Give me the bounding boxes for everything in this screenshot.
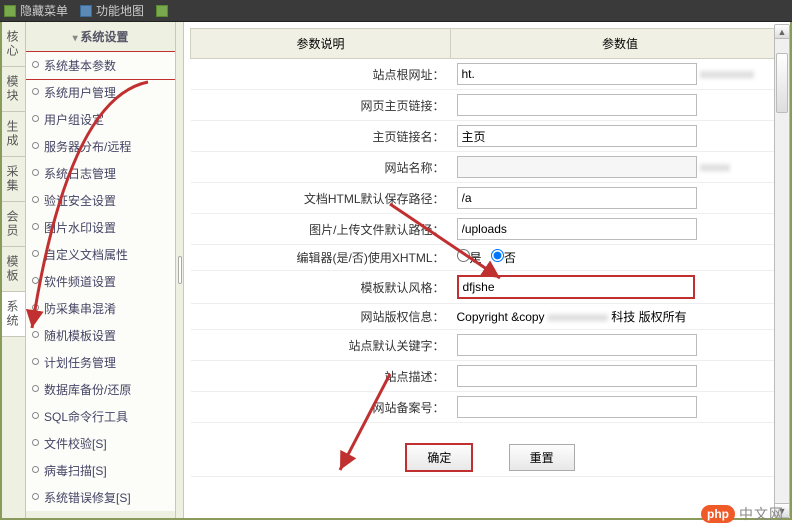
sidebar-item-anti-collect[interactable]: 防采集串混淆 <box>26 295 175 322</box>
sidebar: 系统设置 系统基本参数 系统用户管理 用户组设定 服务器分布/远程 系统日志管理… <box>26 22 176 518</box>
sitemap-label: 功能地图 <box>96 2 144 19</box>
input-indexlink[interactable] <box>457 94 697 116</box>
splitter[interactable] <box>176 22 184 518</box>
menu-icon <box>4 5 16 17</box>
left-tab-module[interactable]: 模块 <box>2 67 25 112</box>
input-siteurl[interactable] <box>457 63 697 85</box>
sidebar-item-server-dist[interactable]: 服务器分布/远程 <box>26 133 175 160</box>
sidebar-item-virus-scan[interactable]: 病毒扫描[S] <box>26 457 175 484</box>
sidebar-item-random-template[interactable]: 随机模板设置 <box>26 322 175 349</box>
row-label-indexlink: 网页主页链接： <box>191 90 451 121</box>
row-label-copyright: 网站版权信息： <box>191 304 451 330</box>
input-htmlpath[interactable] <box>457 187 697 209</box>
splitter-grip-icon <box>178 256 182 284</box>
row-label-xhtml: 编辑器(是/否)使用XHTML： <box>191 245 451 271</box>
radio-xhtml-yes-label[interactable]: 是 <box>457 251 482 265</box>
reset-button[interactable]: 重置 <box>509 444 575 471</box>
input-site-desc[interactable] <box>457 365 697 387</box>
col-header-desc: 参数说明 <box>191 29 451 59</box>
left-tab-core[interactable]: 核心 <box>2 22 25 67</box>
sidebar-section-system[interactable]: 系统设置 <box>26 22 175 52</box>
extra-icon[interactable] <box>156 5 172 17</box>
watermark-badge: php <box>701 505 735 523</box>
row-label-desc: 站点描述： <box>191 361 451 392</box>
sidebar-section-payment[interactable]: 支付工具 <box>26 511 175 518</box>
scroll-up-icon[interactable]: ▲ <box>775 25 789 39</box>
sidebar-item-user-mgmt[interactable]: 系统用户管理 <box>26 79 175 106</box>
sitemap-button[interactable]: 功能地图 <box>80 2 144 19</box>
row-label-template: 模板默认风格： <box>191 271 451 304</box>
sidebar-item-custom-attr[interactable]: 自定义文档属性 <box>26 241 175 268</box>
hide-menu-button[interactable]: 隐藏菜单 <box>4 2 68 19</box>
row-label-sitename: 网站名称： <box>191 152 451 183</box>
sidebar-item-error-fix[interactable]: 系统错误修复[S] <box>26 484 175 511</box>
copyright-tail: 科技 版权所有 <box>611 310 686 324</box>
radio-xhtml-no[interactable] <box>491 249 504 262</box>
row-label-htmlpath: 文档HTML默认保存路径： <box>191 183 451 214</box>
sidebar-item-db-backup[interactable]: 数据库备份/还原 <box>26 376 175 403</box>
left-tab-member[interactable]: 会员 <box>2 202 25 247</box>
input-indexname[interactable] <box>457 125 697 147</box>
vertical-scrollbar[interactable]: ▲ ▼ <box>774 24 790 518</box>
sidebar-item-verify-security[interactable]: 验证安全设置 <box>26 187 175 214</box>
sitemap-icon <box>80 5 92 17</box>
watermark-text: 中文网 <box>739 504 784 524</box>
input-sitename[interactable] <box>457 156 697 178</box>
row-label-beian: 网站备案号： <box>191 392 451 423</box>
left-tab-system[interactable]: 系统 <box>2 292 25 337</box>
input-keywords[interactable] <box>457 334 697 356</box>
hide-menu-label: 隐藏菜单 <box>20 2 68 19</box>
left-tab-collect[interactable]: 采集 <box>2 157 25 202</box>
radio-xhtml-yes[interactable] <box>457 249 470 262</box>
row-label-uploadpath: 图片/上传文件默认路径： <box>191 214 451 245</box>
copyright-text: Copyright &copy <box>457 310 545 324</box>
sidebar-item-sql-cli[interactable]: SQL命令行工具 <box>26 403 175 430</box>
row-label-keywords: 站点默认关键字： <box>191 330 451 361</box>
radio-xhtml-no-label[interactable]: 否 <box>491 251 516 265</box>
sidebar-item-file-verify[interactable]: 文件校验[S] <box>26 430 175 457</box>
sidebar-item-syslog[interactable]: 系统日志管理 <box>26 160 175 187</box>
row-label-siteurl: 站点根网址： <box>191 59 451 90</box>
sidebar-item-watermark[interactable]: 图片水印设置 <box>26 214 175 241</box>
ok-button[interactable]: 确定 <box>405 443 473 472</box>
main-content: 参数说明 参数值 站点根网址： xxxxxxxxx 网页主页链接： 主页链接名：… <box>184 22 790 518</box>
input-template-style[interactable] <box>457 275 695 299</box>
sidebar-item-usergroup[interactable]: 用户组设定 <box>26 106 175 133</box>
plus-icon <box>156 5 168 17</box>
input-uploadpath[interactable] <box>457 218 697 240</box>
col-header-val: 参数值 <box>451 29 790 59</box>
left-tab-generate[interactable]: 生成 <box>2 112 25 157</box>
sidebar-item-basic-params[interactable]: 系统基本参数 <box>26 51 176 80</box>
left-tab-template[interactable]: 模板 <box>2 247 25 292</box>
sidebar-item-software-channel[interactable]: 软件频道设置 <box>26 268 175 295</box>
sidebar-item-cron[interactable]: 计划任务管理 <box>26 349 175 376</box>
row-label-indexname: 主页链接名： <box>191 121 451 152</box>
watermark: php 中文网 <box>701 504 784 524</box>
scroll-thumb[interactable] <box>776 53 788 113</box>
left-tab-strip: 核心 模块 生成 采集 会员 模板 系统 <box>2 22 26 518</box>
input-beian[interactable] <box>457 396 697 418</box>
